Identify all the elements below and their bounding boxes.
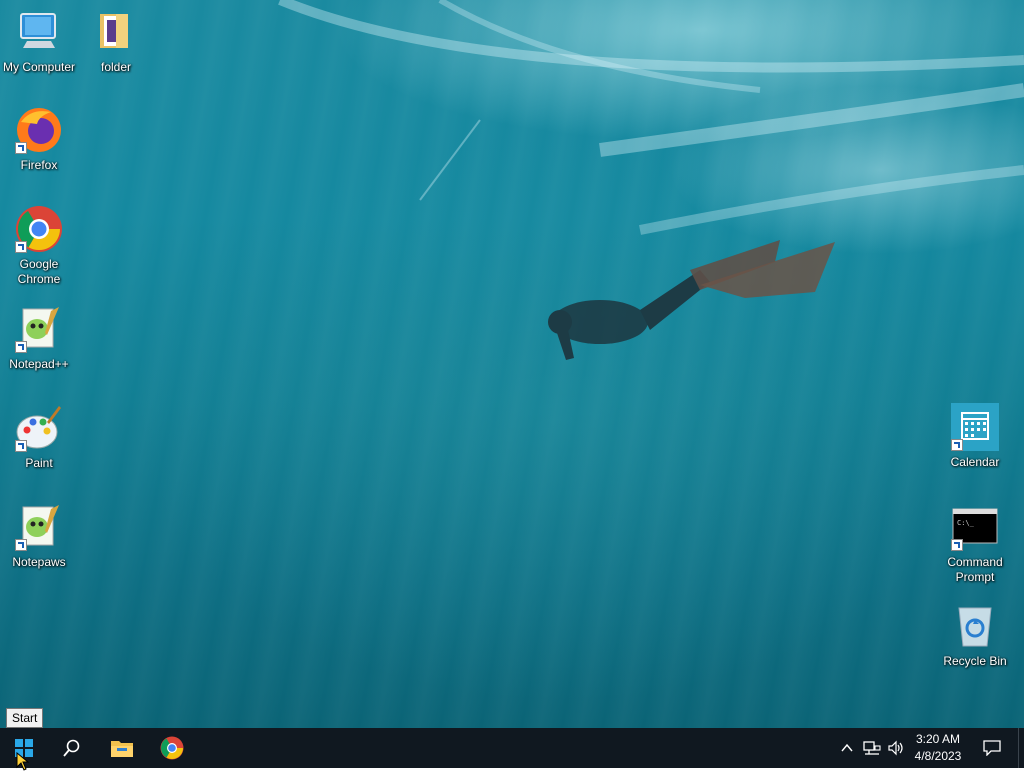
mouse-cursor-icon bbox=[16, 752, 30, 771]
recycle-bin-icon bbox=[951, 602, 999, 650]
diver-silhouette bbox=[548, 240, 835, 360]
paint-palette-icon bbox=[15, 404, 63, 452]
desktop-icon-label: Notepaws bbox=[12, 555, 66, 569]
desktop-icon-firefox[interactable]: Firefox bbox=[1, 106, 77, 173]
desktop-icon-label: Paint bbox=[25, 456, 53, 470]
shortcut-arrow-icon bbox=[15, 341, 27, 353]
file-explorer-button[interactable] bbox=[98, 728, 146, 768]
firefox-icon bbox=[15, 106, 63, 154]
notepaws-icon bbox=[15, 503, 63, 551]
network-button[interactable] bbox=[860, 728, 884, 768]
desktop-icon-calendar[interactable]: Calendar bbox=[937, 403, 1013, 470]
shortcut-arrow-icon bbox=[15, 440, 27, 452]
desktop-icon-my-computer[interactable]: My Computer bbox=[1, 8, 77, 75]
taskbar-clock[interactable]: 3:20 AM 4/8/2023 bbox=[904, 728, 972, 768]
notification-icon bbox=[983, 740, 1001, 756]
shortcut-arrow-icon bbox=[15, 241, 27, 253]
desktop-icon-label: folder bbox=[100, 60, 132, 74]
chevron-up-icon bbox=[841, 743, 853, 752]
desktop-wallpaper bbox=[0, 0, 1024, 728]
desktop-icon-command-prompt[interactable]: C:\_ Command Prompt bbox=[937, 503, 1013, 585]
desktop-icon-label: Firefox bbox=[20, 158, 58, 172]
computer-icon bbox=[15, 8, 63, 56]
desktop-icon-label: Calendar bbox=[950, 455, 1000, 469]
shortcut-arrow-icon bbox=[951, 539, 963, 551]
folder-icon bbox=[92, 8, 140, 56]
desktop-icon-notepaws[interactable]: Notepaws bbox=[1, 503, 77, 570]
action-center-button[interactable] bbox=[978, 728, 1006, 768]
desktop-icon-label: Command Prompt bbox=[947, 555, 1003, 584]
chrome-icon bbox=[160, 736, 184, 760]
wallpaper-scene bbox=[278, 0, 1024, 360]
volume-icon bbox=[888, 740, 903, 756]
show-desktop-button[interactable] bbox=[1018, 728, 1024, 768]
clock-date: 4/8/2023 bbox=[914, 749, 962, 763]
desktop-icon-label: My Computer bbox=[2, 60, 76, 74]
shortcut-arrow-icon bbox=[15, 142, 27, 154]
show-hidden-icons-button[interactable] bbox=[836, 728, 858, 768]
search-icon bbox=[63, 739, 80, 757]
command-prompt-icon: C:\_ bbox=[951, 503, 999, 551]
notepadpp-icon bbox=[15, 305, 63, 353]
desktop-icon-folder[interactable]: folder bbox=[78, 8, 154, 75]
clock-time: 3:20 AM bbox=[915, 732, 961, 746]
taskbar: 3:20 AM 4/8/2023 bbox=[0, 728, 1024, 768]
desktop-icon-paint[interactable]: Paint bbox=[1, 404, 77, 471]
desktop-icon-google-chrome[interactable]: Google Chrome bbox=[1, 205, 77, 287]
shortcut-arrow-icon bbox=[15, 539, 27, 551]
shortcut-arrow-icon bbox=[951, 439, 963, 451]
desktop-icon-label: Notepad++ bbox=[9, 357, 69, 371]
chrome-taskbar-button[interactable] bbox=[148, 728, 196, 768]
network-icon bbox=[863, 741, 881, 755]
svg-text:C:\_: C:\_ bbox=[957, 519, 975, 527]
desktop-icon-label: Google Chrome bbox=[17, 257, 61, 286]
desktop-icon-recycle-bin[interactable]: Recycle Bin bbox=[937, 602, 1013, 669]
desktop-icon-notepad-plus-plus[interactable]: Notepad++ bbox=[1, 305, 77, 372]
calendar-icon bbox=[951, 403, 999, 451]
chrome-icon bbox=[15, 205, 63, 253]
start-tooltip: Start bbox=[6, 708, 44, 728]
search-button[interactable] bbox=[48, 728, 96, 768]
file-explorer-icon bbox=[111, 741, 133, 757]
desktop-icon-label: Recycle Bin bbox=[943, 654, 1007, 668]
